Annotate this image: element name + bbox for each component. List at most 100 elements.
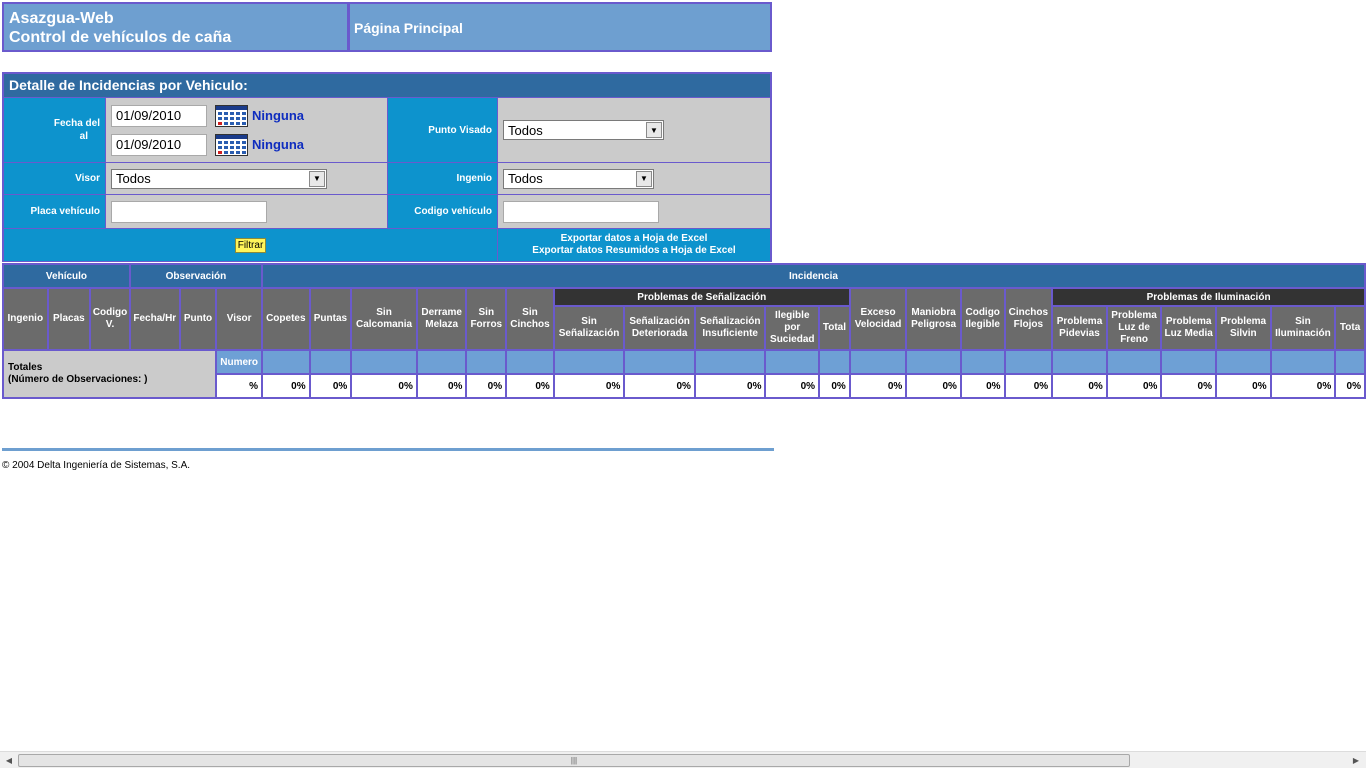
pct-cinchos-flojos: 0% xyxy=(1003,373,1054,399)
numero-label: Numero xyxy=(215,349,263,375)
totals-title: Totales xyxy=(8,362,43,373)
copyright-text: © 2004 Delta Ingeniería de Sistemas, S.A… xyxy=(2,460,191,471)
col-total-senal: Total xyxy=(818,305,851,351)
subgroup-senalizacion: Problemas de Señalización xyxy=(552,287,851,307)
pct-copetes: 0% xyxy=(260,373,311,399)
percent-sign: % xyxy=(215,373,263,399)
punto-visado-label: Punto Visado xyxy=(387,97,498,163)
fecha-inputs: 01/09/2010 Ninguna 01/09/2010 Ninguna xyxy=(105,97,388,163)
app-name: Asazgua-Web xyxy=(9,10,114,27)
col-fecha-hr: Fecha/Hr xyxy=(128,287,181,351)
ingenio-select[interactable]: Todos ▼ xyxy=(503,168,654,189)
dropdown-arrow-icon[interactable]: ▼ xyxy=(309,170,325,187)
export-summary-excel-link[interactable]: Exportar datos Resumidos a Hoja de Excel xyxy=(532,245,735,257)
incidence-table: Vehículo Observación Incidencia Ingenio … xyxy=(1,263,1366,399)
codigo-cell xyxy=(497,194,772,229)
col-problema-luz-freno: Problema Luz de Freno xyxy=(1105,305,1163,351)
dropdown-arrow-icon[interactable]: ▼ xyxy=(636,170,652,187)
fecha-del-input[interactable]: 01/09/2010 xyxy=(111,104,207,127)
col-derrame-melaza: Derrame Melaza xyxy=(415,287,468,351)
pct-problema-luz-freno: 0% xyxy=(1105,373,1163,399)
visor-cell: Todos ▼ xyxy=(105,162,388,195)
col-copetes: Copetes xyxy=(260,287,311,351)
scrollbar-thumb[interactable]: ||| xyxy=(18,754,1130,767)
group-incidencia: Incidencia xyxy=(260,263,1366,289)
col-ingenio: Ingenio xyxy=(2,287,49,351)
col-sin-forros: Sin Forros xyxy=(465,287,508,351)
col-senal-deteriorada: Señalización Deteriorada xyxy=(623,305,696,351)
footer-divider xyxy=(2,448,774,451)
filtrar-button[interactable]: Filtrar xyxy=(234,237,267,253)
punto-visado-value: Todos xyxy=(508,122,543,138)
placa-cell xyxy=(105,194,388,229)
pct-maniobra-peligrosa: 0% xyxy=(905,373,962,399)
horizontal-scrollbar[interactable]: ◀ ||| ▶ xyxy=(0,751,1366,768)
visor-select[interactable]: Todos ▼ xyxy=(111,168,327,189)
col-ilegible-suciedad: Ilegible por Suciedad xyxy=(764,305,821,351)
col-codigo-ilegible: Codigo Ilegible xyxy=(959,287,1006,351)
pct-total-senal: 0% xyxy=(818,373,851,399)
placa-input[interactable] xyxy=(111,200,267,223)
filtrar-cell: Filtrar xyxy=(2,228,498,262)
visor-label: Visor xyxy=(2,162,106,195)
fecha-al-input[interactable]: 01/09/2010 xyxy=(111,133,207,156)
app-subtitle: Control de vehículos de caña xyxy=(9,29,232,46)
fecha-label: Fecha del al xyxy=(2,97,106,163)
calendar-icon[interactable] xyxy=(215,133,248,156)
main-page-link[interactable]: Página Principal xyxy=(348,2,772,52)
totals-label: Totales (Número de Observaciones: ) xyxy=(1,349,218,399)
fecha-del-label: Fecha del xyxy=(53,118,100,129)
pct-ilegible-suciedad: 0% xyxy=(764,373,821,399)
totals-numero-row: Totales (Número de Observaciones: ) Nume… xyxy=(1,349,1366,399)
col-exceso-velocidad: Exceso Velocidad xyxy=(848,287,908,351)
pct-exceso-velocidad: 0% xyxy=(848,373,908,399)
col-maniobra-peligrosa: Maniobra Peligrosa xyxy=(905,287,962,351)
col-problema-silvin: Problema Silvin xyxy=(1215,305,1272,351)
pct-senal-insuficiente: 0% xyxy=(693,373,767,399)
pct-puntas: 0% xyxy=(308,373,353,399)
fecha-al-label: al xyxy=(79,131,88,142)
export-cell: Exportar datos a Hoja de Excel Exportar … xyxy=(497,228,772,262)
col-total-ilum: Tota xyxy=(1334,305,1366,351)
pct-problema-luz-media: 0% xyxy=(1160,373,1217,399)
pct-codigo-ilegible: 0% xyxy=(959,373,1006,399)
ninguna-link-1[interactable]: Ninguna xyxy=(252,108,304,123)
pct-sin-senalizacion: 0% xyxy=(552,373,626,399)
ingenio-label: Ingenio xyxy=(387,162,498,195)
col-sin-iluminacion: Sin Iluminación xyxy=(1269,305,1337,351)
codigo-label: Codigo vehículo xyxy=(387,194,498,229)
dropdown-arrow-icon[interactable]: ▼ xyxy=(646,122,662,138)
punto-visado-cell: Todos ▼ xyxy=(497,97,772,163)
pct-senal-deteriorada: 0% xyxy=(623,373,696,399)
punto-visado-select[interactable]: Todos ▼ xyxy=(503,120,664,140)
visor-value: Todos xyxy=(116,171,151,186)
group-vehiculo: Vehículo xyxy=(2,263,131,289)
col-puntas: Puntas xyxy=(308,287,353,351)
app-title-block: Asazgua-Web Control de vehículos de caña xyxy=(2,2,349,52)
col-problema-luz-media: Problema Luz Media xyxy=(1160,305,1217,351)
ninguna-link-2[interactable]: Ninguna xyxy=(252,137,304,152)
col-visor: Visor xyxy=(215,287,263,351)
col-problema-pidevias: Problema Pidevias xyxy=(1051,305,1108,351)
pct-derrame-melaza: 0% xyxy=(415,373,468,399)
scroll-right-icon[interactable]: ▶ xyxy=(1348,753,1364,768)
pct-problema-pidevias: 0% xyxy=(1051,373,1108,399)
placa-label: Placa vehículo xyxy=(2,194,106,229)
calendar-icon[interactable] xyxy=(215,104,248,127)
totals-count: (Número de Observaciones: ) xyxy=(8,374,148,385)
panel-title: Detalle de Incidencias por Vehiculo: xyxy=(2,72,772,97)
export-excel-link[interactable]: Exportar datos a Hoja de Excel xyxy=(561,233,708,245)
subgroup-iluminacion: Problemas de Iluminación xyxy=(1051,287,1366,307)
col-codigo-v: Codigo V. xyxy=(89,287,131,351)
pct-sin-calcomania: 0% xyxy=(350,373,418,399)
col-sin-senalizacion: Sin Señalización xyxy=(552,305,626,351)
codigo-input[interactable] xyxy=(503,200,659,223)
scroll-left-icon[interactable]: ◀ xyxy=(1,753,17,768)
pct-total-ilum: 0% xyxy=(1334,373,1366,399)
group-header-row: Vehículo Observación Incidencia xyxy=(2,263,1366,289)
pct-sin-cinchos: 0% xyxy=(505,373,555,399)
pct-sin-forros: 0% xyxy=(465,373,508,399)
col-sin-cinchos: Sin Cinchos xyxy=(505,287,555,351)
col-sin-calcomania: Sin Calcomania xyxy=(350,287,418,351)
col-placas: Placas xyxy=(46,287,92,351)
